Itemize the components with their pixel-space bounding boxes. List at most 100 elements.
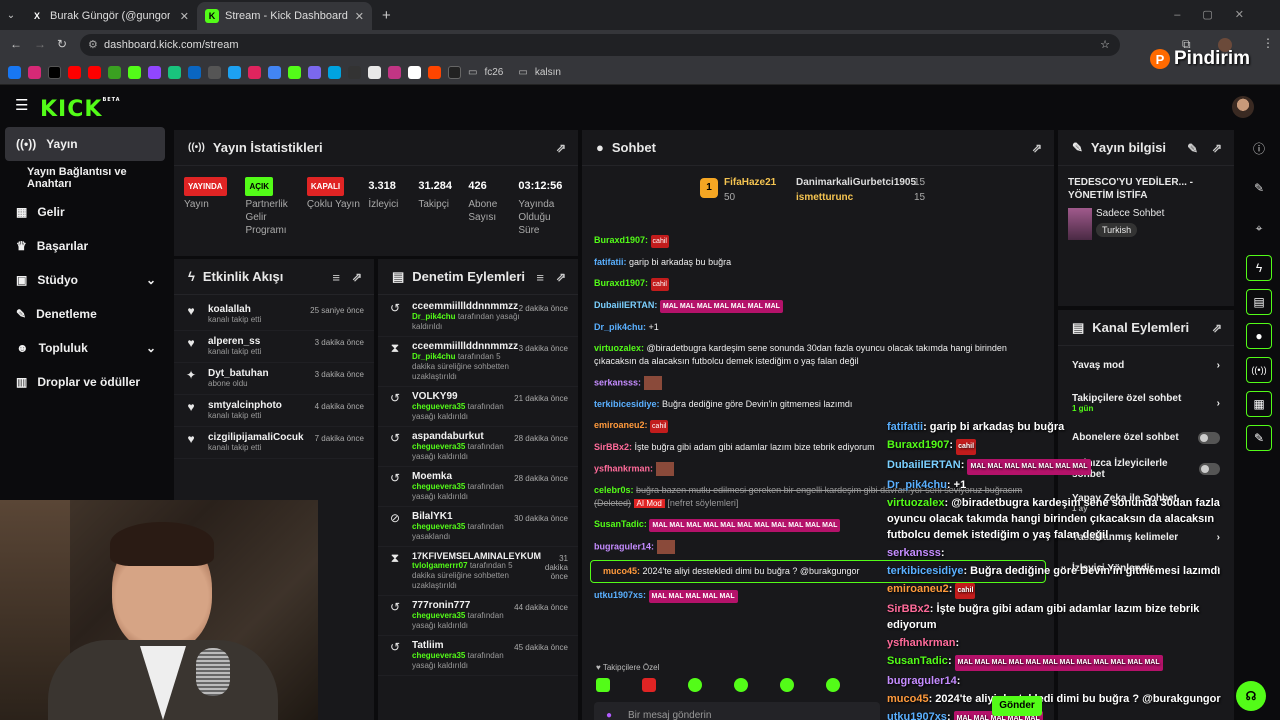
filter-icon[interactable]: ≡: [536, 270, 544, 285]
sidebar-item-basarilar[interactable]: ♛ Başarılar: [0, 229, 170, 263]
info-icon[interactable]: ⓘ: [1246, 135, 1272, 161]
list-item[interactable]: ⧗ 17KFIVEMSELAMINALEYKUM tvlolgamerrr07 ta…: [378, 547, 578, 596]
sidebar-item-denetleme[interactable]: ✎ Denetleme: [0, 297, 170, 331]
chat-user[interactable]: SirBBx2:: [594, 442, 632, 452]
emote-icon[interactable]: [734, 678, 748, 692]
youtube-icon[interactable]: [68, 65, 81, 79]
bookmark-icon[interactable]: [168, 65, 181, 79]
bookmark-icon[interactable]: [288, 65, 301, 79]
filter-icon[interactable]: ≡: [332, 270, 340, 285]
leader-name[interactable]: ismetturunc: [796, 192, 853, 203]
popout-icon[interactable]: ⇗: [556, 141, 566, 155]
user-avatar[interactable]: [1232, 96, 1254, 118]
twitch-icon[interactable]: [148, 65, 161, 79]
support-button[interactable]: ☊: [1236, 681, 1266, 711]
bookmark-icon[interactable]: [248, 65, 261, 79]
list-item[interactable]: ↺ Tatliim cheguevera35 tarafından yasağı k…: [378, 636, 578, 676]
bookmark-icon[interactable]: [328, 65, 341, 79]
facebook-icon[interactable]: [8, 65, 21, 79]
new-tab-button[interactable]: +: [372, 7, 401, 24]
tools-icon[interactable]: ▦: [1246, 391, 1272, 417]
send-button[interactable]: Gönder: [992, 696, 1042, 716]
tab-twitter[interactable]: X Burak Güngör (@gungorburak ✕: [22, 2, 197, 30]
crosshair-icon[interactable]: ⌖: [1246, 215, 1272, 241]
forward-icon[interactable]: →: [34, 37, 46, 51]
popout-icon[interactable]: ⇗: [1032, 141, 1042, 155]
menu-icon[interactable]: ⋮: [1262, 36, 1274, 50]
bookmark-icon[interactable]: [228, 65, 241, 79]
list-item[interactable]: ⧗ cceemmiilllddnnmmzz Dr_pik4chu tarafında…: [378, 337, 578, 387]
list-item[interactable]: ♥ cizgilipijamaliCocuk kanalı takip etti 7 …: [174, 427, 374, 459]
emote-icon[interactable]: [780, 678, 794, 692]
popout-icon[interactable]: ⇗: [352, 270, 362, 284]
youtube-icon[interactable]: [88, 65, 101, 79]
list-item[interactable]: ↺ VOLKY99 cheguevera35 tarafından yasağı k…: [378, 387, 578, 427]
list-item[interactable]: ♥ koalallah kanalı takip etti 25 saniye önc…: [174, 299, 374, 331]
popout-icon[interactable]: ⇗: [1212, 321, 1222, 335]
slow-mode-row[interactable]: Yavaş mod ›: [1058, 346, 1234, 384]
list-item[interactable]: ⊘ BilalYK1 cheguevera35 tarafından yasakla…: [378, 507, 578, 547]
wrench-icon[interactable]: ✎: [1246, 425, 1272, 451]
broadcast-icon[interactable]: ((•)): [1246, 357, 1272, 383]
close-icon[interactable]: ✕: [180, 10, 189, 23]
sidebar-item-studyo[interactable]: ▣ Stüdyo ⌄: [0, 263, 170, 297]
chat-user[interactable]: virtuozalex:: [594, 343, 644, 353]
bookmark-icon[interactable]: [308, 65, 321, 79]
back-icon[interactable]: ←: [10, 37, 22, 51]
hamburger-icon[interactable]: ☰: [15, 96, 28, 114]
sidebar-item-gelir[interactable]: ▦ Gelir: [0, 195, 170, 229]
sidebar-item-droplar[interactable]: ▥ Droplar ve ödüller: [0, 365, 170, 399]
emote-icon[interactable]: [826, 678, 840, 692]
list-item[interactable]: ♥ alperen_ss kanalı takip etti 3 dakika önc…: [174, 331, 374, 363]
document-icon[interactable]: ▤: [1246, 289, 1272, 315]
bookmark-star-icon[interactable]: ☆: [1100, 34, 1110, 56]
bookmark-icon[interactable]: [388, 65, 401, 79]
chat-user[interactable]: Buraxd1907:: [594, 278, 648, 288]
window-controls[interactable]: –▢✕: [1174, 8, 1266, 21]
bookmark-icon[interactable]: [208, 65, 221, 79]
tab-list-icon[interactable]: ⌄: [0, 10, 22, 21]
mic-icon[interactable]: ●: [606, 702, 612, 720]
chat-user[interactable]: terkibicesidiye:: [594, 399, 660, 409]
chat-user[interactable]: SusanTadic:: [594, 519, 647, 529]
followers-only-row[interactable]: Takipçilere özel sohbet 1 gün ›: [1058, 384, 1234, 422]
chat-user[interactable]: fatifatii:: [594, 257, 627, 267]
bookmark-icon[interactable]: [448, 65, 461, 79]
chat-user[interactable]: DubaiiIERTAN:: [594, 300, 657, 310]
list-item[interactable]: ↺ cceemmiilllddnnmmzz Dr_pik4chu tarafında…: [378, 297, 578, 337]
site-info-icon[interactable]: ⚙: [88, 34, 98, 56]
bookmark-folder-kalsin[interactable]: kalsın: [535, 67, 561, 78]
pencil-icon[interactable]: ✎: [1246, 175, 1272, 201]
bookmark-icon[interactable]: [348, 65, 361, 79]
chat-user[interactable]: celebr0s:: [594, 485, 634, 495]
linkedin-icon[interactable]: [188, 65, 201, 79]
tab-kick-dashboard[interactable]: K Stream - Kick Dashboard ✕: [197, 2, 372, 30]
chat-user[interactable]: serkansss:: [594, 377, 641, 387]
kick-icon[interactable]: [128, 65, 141, 79]
leader-name[interactable]: DanimarkaliGurbetci1905: [796, 177, 916, 188]
chat-user[interactable]: bugraguler14:: [594, 541, 654, 551]
bookmark-icon[interactable]: [428, 65, 441, 79]
list-item[interactable]: ↺ 777ronin777 cheguevera35 tarafından yasa…: [378, 596, 578, 636]
emote-icon[interactable]: [596, 678, 610, 692]
x-icon[interactable]: [48, 65, 61, 79]
sidebar-item-stream-key[interactable]: Yayın Bağlantısı ve Anahtarı: [0, 161, 170, 195]
sidebar-item-topluluk[interactable]: ☻ Topluluk ⌄: [0, 331, 170, 365]
instagram-icon[interactable]: [28, 65, 41, 79]
chat-user[interactable]: utku1907xs:: [594, 590, 646, 600]
edit-icon[interactable]: ✎: [1187, 141, 1198, 157]
category-name[interactable]: Sadece Sohbet: [1096, 208, 1164, 219]
popout-icon[interactable]: ⇗: [1212, 141, 1222, 155]
bolt-icon[interactable]: ϟ: [1246, 255, 1272, 281]
chat-icon[interactable]: ●: [1246, 323, 1272, 349]
chevron-down-icon[interactable]: ⌄: [146, 273, 156, 287]
bookmark-icon[interactable]: [408, 65, 421, 79]
emote-icon[interactable]: [642, 678, 656, 692]
chat-user[interactable]: emiroaneu2:: [594, 420, 648, 430]
leader-name[interactable]: FifaHaze21: [724, 177, 776, 188]
chevron-down-icon[interactable]: ⌄: [146, 341, 156, 355]
bookmark-icon[interactable]: [268, 65, 281, 79]
list-item[interactable]: ♥ smtyalcinphoto kanalı takip etti 4 dakika…: [174, 395, 374, 427]
close-icon[interactable]: ✕: [355, 10, 364, 23]
chat-user[interactable]: ysfhankrman:: [594, 463, 653, 473]
